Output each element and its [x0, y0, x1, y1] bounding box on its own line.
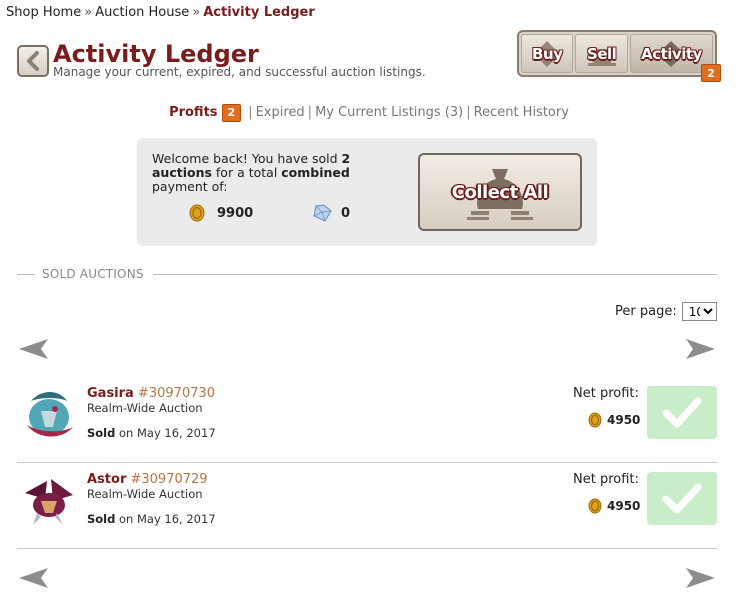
auction-row: Gasira #30970730 Realm-Wide Auction Sold… [17, 377, 717, 463]
arrow-right-icon [686, 568, 715, 588]
sold-date: Sold on May 16, 2017 [87, 512, 216, 526]
checkmark-icon [662, 397, 702, 427]
page-subtitle: Manage your current, expired, and succes… [53, 65, 426, 79]
tab-profits[interactable]: Profits [169, 105, 217, 120]
net-profit-value: 4950 [587, 411, 640, 429]
treasure-coin-icon [588, 412, 602, 428]
net-profit-label: Net profit: [573, 472, 639, 487]
tab-recent-history[interactable]: Recent History [474, 105, 569, 120]
auction-type: Realm-Wide Auction [87, 401, 203, 415]
prev-page-arrow[interactable] [17, 337, 49, 361]
back-button[interactable] [17, 45, 49, 77]
chevron-left-icon [27, 51, 39, 71]
breadcrumb-auction-house[interactable]: Auction House [95, 5, 189, 20]
page-title: Activity Ledger [53, 40, 259, 68]
sell-button[interactable]: Sell [575, 34, 628, 73]
dragon-id[interactable]: #30970729 [131, 472, 208, 487]
dragon-avatar [27, 392, 73, 437]
buy-label: Buy [532, 44, 563, 63]
per-page-control: Per page: 10 [615, 302, 717, 321]
gem-amount: 0 [341, 205, 351, 221]
arrow-right-icon [686, 339, 715, 359]
treasure-coin-icon [189, 204, 205, 222]
gem-icon [313, 204, 332, 222]
prev-page-arrow[interactable] [17, 566, 49, 590]
summary-panel: Welcome back! You have sold 2 auctions f… [137, 138, 597, 246]
tab-expired[interactable]: Expired [256, 105, 305, 120]
auction-type: Realm-Wide Auction [87, 487, 203, 501]
per-page-label: Per page: [615, 304, 677, 319]
auction-nav: Buy Sell Activity [517, 30, 717, 77]
section-label: SOLD AUCTIONS [42, 267, 144, 281]
activity-badge: 2 [701, 64, 721, 82]
breadcrumb-current: Activity Ledger [203, 5, 315, 20]
dragon-name-link[interactable]: Gasira [87, 386, 134, 401]
sold-auctions-header: SOLD AUCTIONS [17, 267, 717, 281]
treasure-amount: 9900 [217, 205, 254, 221]
ledger-tabs: Profits 2 | Expired | My Current Listings (3)… [169, 104, 569, 122]
breadcrumb: Shop Home» Auction House» Activity Ledger [6, 5, 315, 20]
breadcrumb-shop-home[interactable]: Shop Home [6, 5, 81, 20]
collect-all-button[interactable]: Collect All [418, 153, 582, 231]
checkmark-icon [662, 483, 702, 513]
collect-button[interactable] [647, 386, 717, 439]
dragon-name: Gasira #30970730 [87, 386, 215, 401]
breadcrumb-separator: » [84, 5, 93, 20]
profits-badge: 2 [221, 104, 242, 122]
sell-label: Sell [587, 44, 617, 63]
sold-date: Sold on May 16, 2017 [87, 426, 216, 440]
arrow-left-icon [19, 339, 48, 359]
dragon-avatar [25, 479, 73, 525]
per-page-select[interactable]: 10 [681, 302, 717, 321]
collect-button[interactable] [647, 472, 717, 525]
dragon-id[interactable]: #30970730 [138, 386, 215, 401]
treasure-total: 9900 [189, 204, 253, 222]
arrow-left-icon [19, 568, 48, 588]
next-page-arrow[interactable] [685, 566, 717, 590]
summary-message: Welcome back! You have sold 2 auctions f… [152, 151, 351, 194]
collect-all-label: Collect All [451, 181, 549, 203]
treasure-coin-icon [588, 498, 602, 514]
net-profit-amount: 4950 [607, 413, 641, 427]
net-profit-label: Net profit: [573, 386, 639, 401]
next-page-arrow[interactable] [685, 337, 717, 361]
activity-label: Activity [641, 44, 702, 63]
dragon-name: Astor #30970729 [87, 472, 208, 487]
net-profit-value: 4950 [587, 497, 640, 515]
buy-button[interactable]: Buy [521, 34, 574, 73]
net-profit-amount: 4950 [607, 499, 641, 513]
tab-current-listings[interactable]: My Current Listings (3) [315, 105, 463, 120]
breadcrumb-separator: » [192, 5, 201, 20]
gems-total: 0 [312, 204, 350, 222]
auction-row: Astor #30970729 Realm-Wide Auction Sold … [17, 463, 717, 549]
dragon-name-link[interactable]: Astor [87, 472, 126, 487]
